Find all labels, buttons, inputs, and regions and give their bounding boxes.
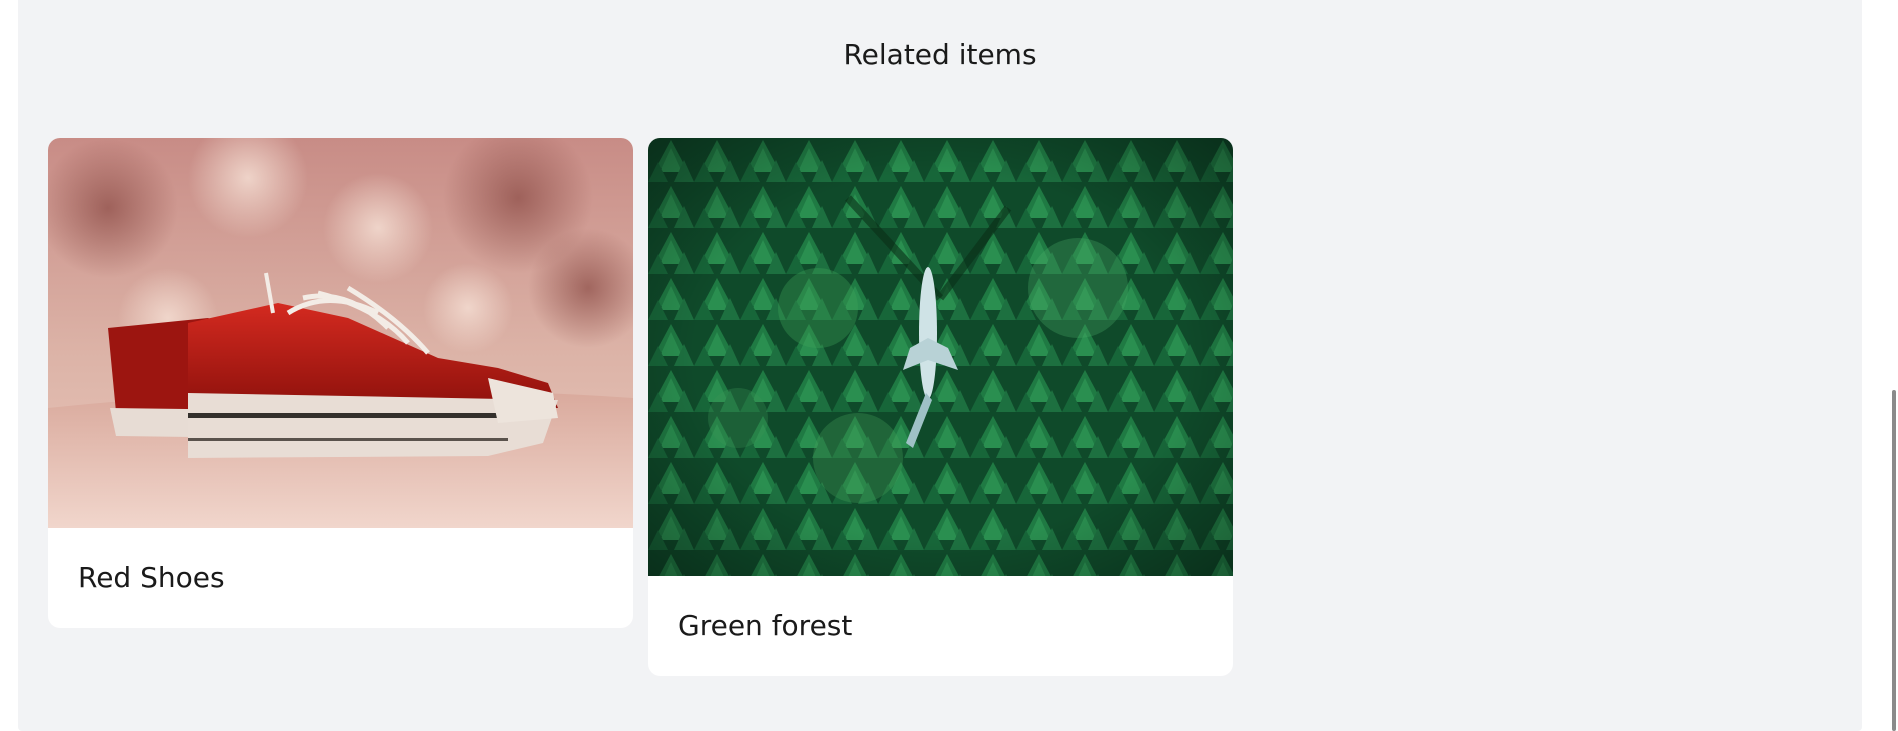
- card-title: Red Shoes: [78, 561, 225, 594]
- forest-airplane-image: [648, 138, 1233, 576]
- red-sneakers-image: [48, 138, 633, 528]
- scrollbar-thumb[interactable]: [1892, 390, 1896, 731]
- related-items-section: Related items Red Shoes Green forest: [18, 0, 1862, 731]
- page-scrollbar[interactable]: [1886, 0, 1898, 731]
- related-item-card[interactable]: Red Shoes: [48, 138, 633, 628]
- section-title: Related items: [843, 38, 1037, 71]
- related-item-card[interactable]: Green forest: [648, 138, 1233, 676]
- card-title: Green forest: [678, 609, 853, 642]
